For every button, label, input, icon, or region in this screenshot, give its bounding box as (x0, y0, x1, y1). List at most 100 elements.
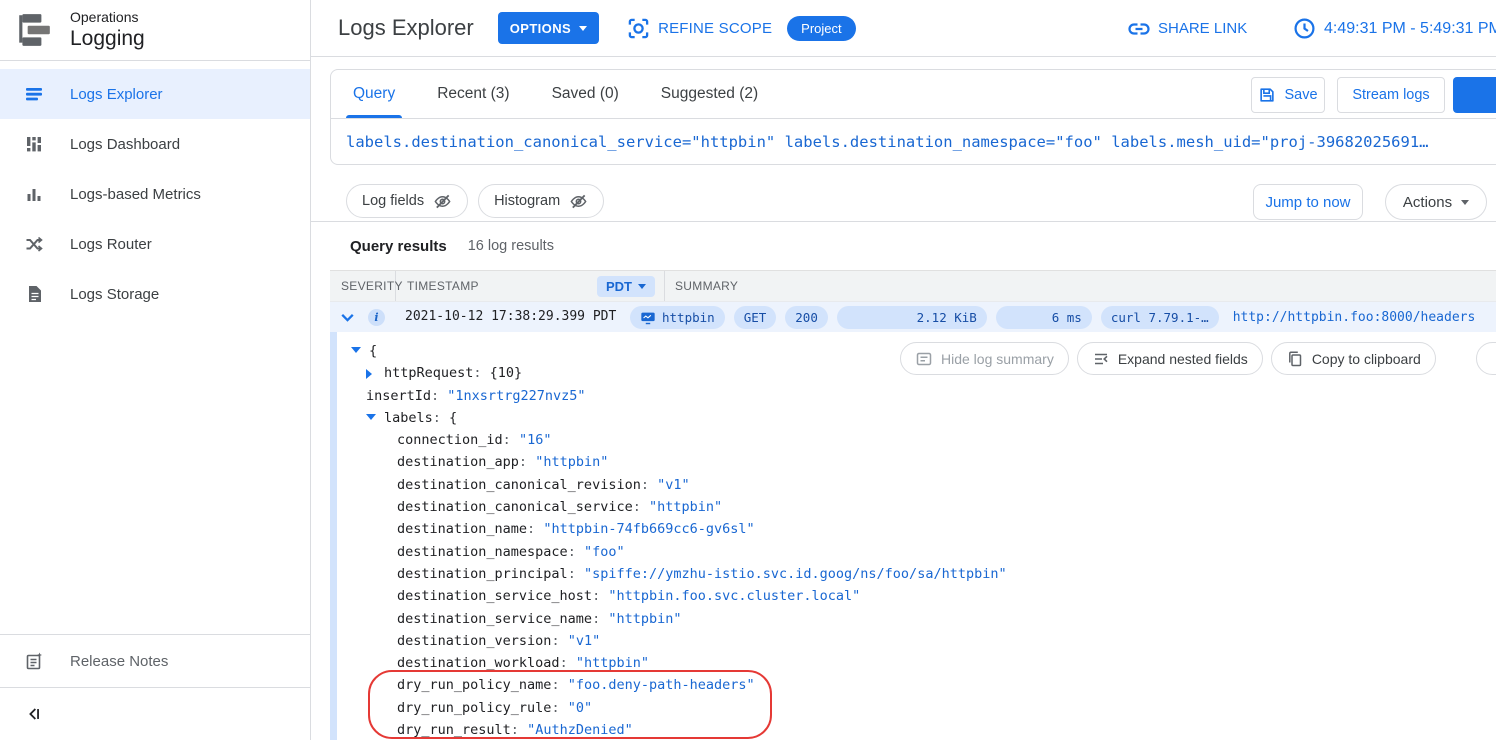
refine-scope-button[interactable]: REFINE SCOPE (627, 17, 772, 40)
refine-scope-icon (627, 17, 650, 40)
json-colon: : (527, 521, 543, 537)
tab-suggested-2[interactable]: Suggested (2) (640, 70, 779, 118)
json-value: { (369, 343, 377, 359)
sidebar-item-logs-dashboard[interactable]: Logs Dashboard (0, 119, 310, 169)
save-button[interactable]: Save (1251, 77, 1325, 113)
tab-saved-0[interactable]: Saved (0) (531, 70, 640, 118)
json-line-destination-canonical-service: destination_canonical_service: "httpbin" (337, 496, 1496, 518)
tab-recent-3[interactable]: Recent (3) (416, 70, 530, 118)
timezone-label: PDT (606, 279, 632, 294)
share-link-label: SHARE LINK (1158, 20, 1247, 37)
eye-off-icon (433, 192, 452, 211)
json-key: connection_id (397, 432, 503, 448)
actions-menu-button[interactable]: Actions (1385, 184, 1487, 220)
json-value: { (449, 410, 457, 426)
page-title: Logs Explorer (338, 15, 474, 41)
chip-label: curl 7.79.1-… (1111, 310, 1209, 325)
chip-label: 6 ms (1052, 310, 1082, 325)
summary-chip-6-ms[interactable]: 6 ms (996, 306, 1092, 329)
json-value: "v1" (568, 633, 601, 649)
json-key: destination_namespace (397, 544, 568, 560)
chevron-down-icon (579, 26, 587, 35)
product-title: Logging (70, 26, 145, 51)
query-tabs-row: QueryRecent (3)Saved (0)Suggested (2) Sa… (331, 70, 1496, 119)
expand-node-icon[interactable] (366, 362, 384, 384)
sidebar-nav: Logs ExplorerLogs Dashboard Logs-based Me… (0, 61, 310, 319)
summary-chip-httpbin[interactable]: httpbin (630, 306, 725, 329)
button-label: Copy to clipboard (1312, 351, 1421, 367)
options-button-label: OPTIONS (510, 21, 571, 36)
json-line-dry-run-policy-name: dry_run_policy_name: "foo.deny-path-head… (337, 674, 1496, 696)
json-key: labels (384, 410, 433, 426)
sidebar-item-logs-explorer[interactable]: Logs Explorer (0, 69, 310, 119)
log-fields-toggle[interactable]: Log fields (346, 184, 468, 218)
summary-icon (915, 350, 933, 368)
chip-label: GET (744, 310, 767, 325)
hide-log-summary-button: Hide log summary (900, 342, 1069, 375)
sidebar-item-logs-based-metrics[interactable]: Logs-based Metrics (0, 169, 310, 219)
json-line-connection-id: connection_id: "16" (337, 429, 1496, 451)
summary-chip-curl-7-79-1[interactable]: curl 7.79.1-… (1101, 306, 1219, 329)
summary-chip-get[interactable]: GET (734, 306, 777, 329)
run-query-button[interactable]: Run (1453, 77, 1496, 113)
json-colon: : (431, 388, 447, 404)
button-label: Hide log summary (941, 351, 1054, 367)
clipped-action-button[interactable] (1476, 342, 1496, 375)
options-button[interactable]: OPTIONS (498, 12, 599, 44)
severity-info-icon: i (368, 309, 385, 326)
json-key: destination_canonical_revision (397, 477, 641, 493)
json-colon: : (503, 432, 519, 448)
logs-explorer-icon (24, 84, 44, 104)
detail-action-buttons: Hide log summary Expand nested fields Copy… (900, 342, 1496, 375)
column-severity: SEVERITY (330, 271, 396, 301)
summary-chip-200[interactable]: 200 (785, 306, 828, 329)
json-line-labels: labels: { (337, 407, 1496, 429)
sidebar-item-label: Logs-based Metrics (70, 186, 201, 203)
refine-scope-label: REFINE SCOPE (658, 20, 772, 37)
sidebar-item-logs-router[interactable]: Logs Router (0, 219, 310, 269)
json-value: "httpbin-74fb669cc6-gv6sl" (543, 521, 754, 537)
tab-query[interactable]: Query (332, 70, 416, 118)
logs-storage-icon (24, 284, 44, 304)
json-line-destination-namespace: destination_namespace: "foo" (337, 541, 1496, 563)
query-editor[interactable]: labels.destination_canonical_service="ht… (331, 119, 1496, 164)
json-key: destination_principal (397, 566, 568, 582)
project-scope-badge[interactable]: Project (787, 16, 855, 41)
summary-chips: httpbinGET2002.12 KiB6 mscurl 7.79.1-…ht… (630, 306, 1475, 329)
sidebar: Operations Logging Logs ExplorerLogs Das… (0, 0, 311, 740)
copy-to-clipboard-button[interactable]: Copy to clipboard (1271, 342, 1436, 375)
json-value: "foo" (584, 544, 625, 560)
json-colon: : (592, 588, 608, 604)
jump-to-now-button[interactable]: Jump to now (1253, 184, 1363, 220)
collapse-entry-chevron-icon[interactable] (338, 308, 357, 327)
json-value: "httpbin" (649, 499, 722, 515)
expand-nested-fields-button[interactable]: Expand nested fields (1077, 342, 1263, 375)
sidebar-item-label: Logs Storage (70, 286, 159, 303)
release-notes-label: Release Notes (70, 653, 168, 670)
expand-nested-icon (1092, 350, 1110, 368)
sidebar-collapse-row (0, 688, 310, 740)
results-header: Query results 16 log results (311, 222, 554, 270)
json-colon: : (433, 410, 449, 426)
sidebar-item-logs-storage[interactable]: Logs Storage (0, 269, 310, 319)
product-header: Operations Logging (0, 0, 310, 61)
summary-chip-2-12-kib[interactable]: 2.12 KiB (837, 306, 987, 329)
column-timestamp: TIMESTAMP PDT (396, 271, 665, 301)
time-range-picker[interactable]: 4:49:31 PM - 5:49:31 PM (1293, 0, 1496, 57)
histogram-label: Histogram (494, 193, 560, 209)
stream-logs-button[interactable]: Stream logs (1337, 77, 1445, 113)
collapse-node-icon[interactable] (366, 407, 384, 429)
share-link-button[interactable]: SHARE LINK (1127, 0, 1247, 57)
collapse-node-icon[interactable] (351, 340, 369, 362)
monitor-icon (640, 310, 656, 326)
histogram-toggle[interactable]: Histogram (478, 184, 604, 218)
collapse-sidebar-icon[interactable] (25, 705, 43, 723)
timezone-selector[interactable]: PDT (597, 276, 655, 297)
results-table-header: SEVERITY TIMESTAMP PDT SUMMARY (330, 270, 1496, 301)
log-entry-row[interactable]: i 2021-10-12 17:38:29.399 PDT httpbinGET… (330, 301, 1496, 332)
json-key: dry_run_policy_rule (397, 700, 551, 716)
sidebar-item-release-notes[interactable]: Release Notes (0, 635, 310, 687)
expanded-entry-indicator (330, 332, 337, 740)
json-colon: : (568, 544, 584, 560)
json-colon: : (519, 454, 535, 470)
